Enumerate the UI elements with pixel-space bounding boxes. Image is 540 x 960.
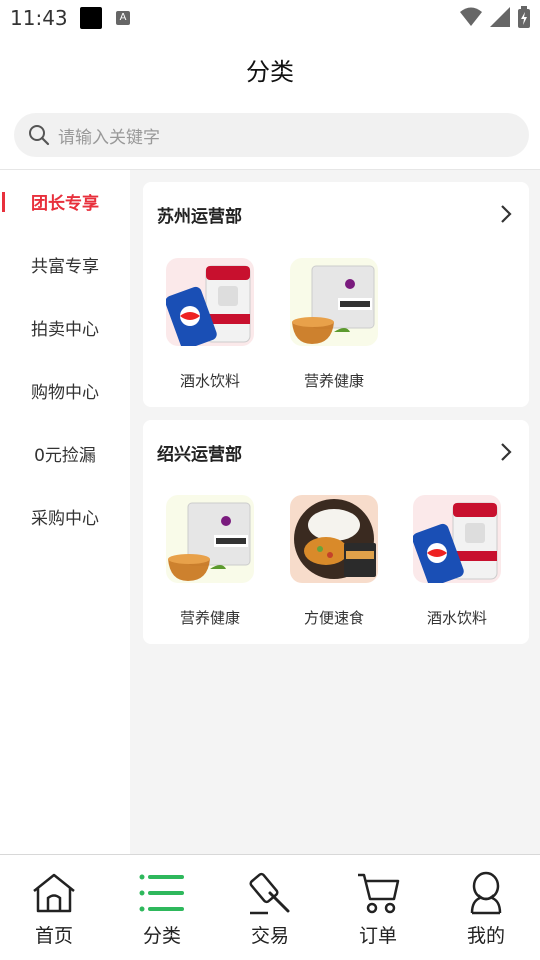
sidebar-item-procurement[interactable]: 采购中心 [0,485,130,548]
sidebar-item-label: 采购中心 [31,509,99,529]
chevron-right-icon[interactable] [499,442,513,462]
chevron-right-icon[interactable] [499,204,513,224]
nutrition-image [166,495,254,583]
sidebar-item-label: 拍卖中心 [31,320,99,340]
nav-mine[interactable]: 我的 [432,855,540,960]
app-a-icon: A [116,11,130,25]
battery-icon [518,6,530,28]
section-title: 绍兴运营部 [157,445,242,465]
signal-icon [490,7,510,27]
instant-food-image [290,495,378,583]
sidebar-item-label: 团长专享 [31,194,99,214]
notification-icon [80,7,102,29]
category-icon [139,874,184,912]
section-card: 苏州运营部 酒水饮料 营养健康 [143,182,529,407]
page-title: 分类 [246,57,294,86]
section-title: 苏州运营部 [157,207,242,227]
sidebar-item-zero-yuan[interactable]: 0元捡漏 [0,422,130,485]
sidebar-item-shopping[interactable]: 购物中心 [0,359,130,422]
category-item[interactable]: 酒水饮料 [155,258,265,391]
page-header: 分类 [0,36,540,102]
search-placeholder: 请输入关键字 [58,127,160,148]
home-icon [33,873,75,913]
category-item[interactable]: 营养健康 [279,258,389,391]
sidebar-item-label: 购物中心 [31,383,99,403]
nav-trade[interactable]: 交易 [216,855,324,960]
status-time: 11:43 [10,6,68,30]
nav-label: 首页 [34,925,73,947]
auction-hammer-icon [249,872,290,915]
sidebar-item-label: 共富专享 [31,257,99,277]
nutrition-image [290,258,378,346]
category-label: 方便速食 [303,609,364,627]
search-input[interactable]: 请输入关键字 [14,113,529,157]
drinks-image [413,495,501,583]
sidebar-item-label: 0元捡漏 [34,446,96,466]
nav-label: 订单 [358,925,397,947]
status-bar: 11:43 A [0,0,540,36]
category-sidebar: 团长专享 共富专享 拍卖中心 购物中心 0元捡漏 采购中心 [0,170,130,854]
section-card: 绍兴运营部 营养健康 方便速食 酒水饮料 [143,420,529,644]
search-icon [29,125,50,146]
category-item[interactable]: 营养健康 [155,495,265,628]
category-item[interactable]: 酒水饮料 [402,495,512,628]
category-label: 营养健康 [303,372,364,390]
bottom-nav: 首页 分类 交易 订单 我的 [0,854,540,960]
drinks-image [166,258,254,346]
nav-label: 交易 [250,925,289,947]
category-item[interactable]: 方便速食 [279,495,389,628]
user-icon [470,871,502,915]
nav-label: 分类 [142,925,181,947]
category-label: 酒水饮料 [179,372,240,390]
sidebar-item-common-prosperity[interactable]: 共富专享 [0,233,130,296]
status-icons [460,6,530,28]
category-content: 苏州运营部 酒水饮料 营养健康 绍兴运营部 营养健康 方便速食 酒水饮料 [130,170,540,854]
category-label: 营养健康 [179,609,240,627]
nav-category[interactable]: 分类 [108,855,216,960]
category-label: 酒水饮料 [426,609,487,627]
nav-label: 我的 [466,925,505,947]
sidebar-item-team-leader[interactable]: 团长专享 [0,170,130,233]
cart-icon [358,873,400,914]
nav-home[interactable]: 首页 [0,855,108,960]
nav-orders[interactable]: 订单 [324,855,432,960]
sidebar-item-auction[interactable]: 拍卖中心 [0,296,130,359]
wifi-icon [460,7,482,26]
